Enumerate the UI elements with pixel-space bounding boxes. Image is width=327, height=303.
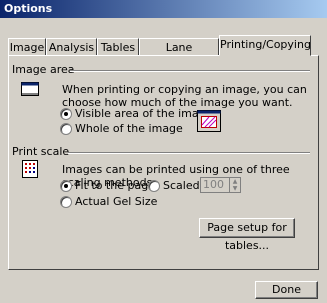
actual-gel-size-label[interactable]: Actual Gel Size: [75, 195, 157, 208]
scale-percent-input[interactable]: 100: [200, 177, 230, 193]
scaled-label[interactable]: Scaled: [163, 179, 200, 192]
actual-gel-size-radio[interactable]: [60, 196, 72, 208]
window-icon: [21, 82, 39, 96]
image-area-description: When printing or copying an image, you c…: [62, 83, 307, 109]
visible-area-label[interactable]: Visible area of the image: [75, 107, 212, 120]
window-title: Options: [0, 0, 327, 18]
scale-spinner[interactable]: ▲ ▼: [229, 177, 241, 193]
spin-down-icon[interactable]: ▼: [230, 185, 240, 192]
image-area-divider: [70, 70, 310, 72]
tab-image[interactable]: Image: [8, 38, 46, 55]
print-scale-divider: [68, 152, 310, 154]
whole-image-label[interactable]: Whole of the image: [75, 122, 183, 135]
grid-icon: [22, 160, 38, 178]
tab-printing-copying[interactable]: Printing/Copying: [219, 35, 311, 56]
fit-to-page-radio[interactable]: [60, 180, 72, 192]
fit-to-page-label[interactable]: Fit to the page: [75, 179, 155, 192]
scaled-radio[interactable]: [148, 180, 160, 192]
whole-image-radio[interactable]: [60, 123, 72, 135]
page-setup-button[interactable]: Page setup for tables...: [199, 218, 295, 252]
tab-lane-selection[interactable]: Lane Selection: [139, 38, 219, 71]
visible-area-radio[interactable]: [60, 108, 72, 120]
print-scale-heading: Print scale: [12, 145, 70, 158]
tab-tables[interactable]: Tables: [97, 38, 139, 55]
tab-analysis[interactable]: Analysis: [46, 38, 97, 55]
done-button[interactable]: Done: [255, 281, 318, 299]
image-preview-icon: [197, 110, 221, 132]
image-area-heading: Image area: [12, 63, 75, 76]
spin-up-icon[interactable]: ▲: [230, 178, 240, 185]
